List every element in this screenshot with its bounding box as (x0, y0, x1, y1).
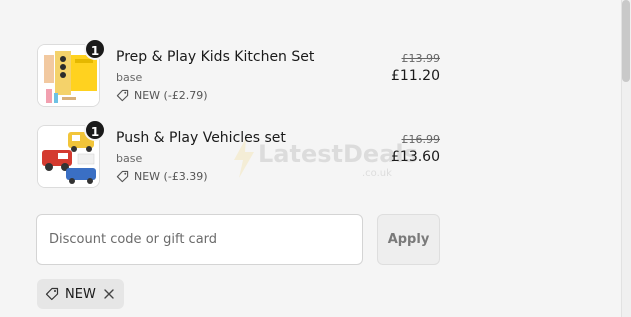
applied-code-label: NEW (65, 286, 96, 302)
watermark-subtext: .co.uk (362, 168, 392, 179)
quantity-badge: 1 (84, 38, 106, 60)
compare-price: £13.99 (401, 52, 441, 65)
product-variant: base (116, 152, 143, 165)
item-discount: NEW (-£2.79) (116, 89, 208, 102)
applied-discount-chip: NEW (37, 279, 124, 309)
final-price: £11.20 (391, 68, 440, 84)
apply-button[interactable]: Apply (377, 214, 440, 265)
lightning-bolt-icon (234, 138, 254, 178)
discount-label: NEW (-£3.39) (134, 170, 208, 183)
page-scrollbar[interactable] (621, 0, 631, 317)
close-icon[interactable] (102, 287, 116, 301)
product-variant: base (116, 71, 143, 84)
watermark: LatestDeals .co.uk (232, 136, 418, 186)
watermark-text: LatestDeals (258, 140, 418, 168)
quantity-badge: 1 (84, 119, 106, 141)
tag-icon (116, 89, 129, 102)
item-discount: NEW (-£3.39) (116, 170, 208, 183)
discount-code-input[interactable] (36, 214, 363, 265)
scrollbar-thumb[interactable] (622, 0, 630, 82)
tag-icon (116, 170, 129, 183)
line-item: 1 Prep & Play Kids Kitchen Set base NEW … (37, 38, 442, 110)
product-title: Prep & Play Kids Kitchen Set (116, 49, 315, 65)
tag-icon (45, 287, 59, 301)
discount-label: NEW (-£2.79) (134, 89, 208, 102)
